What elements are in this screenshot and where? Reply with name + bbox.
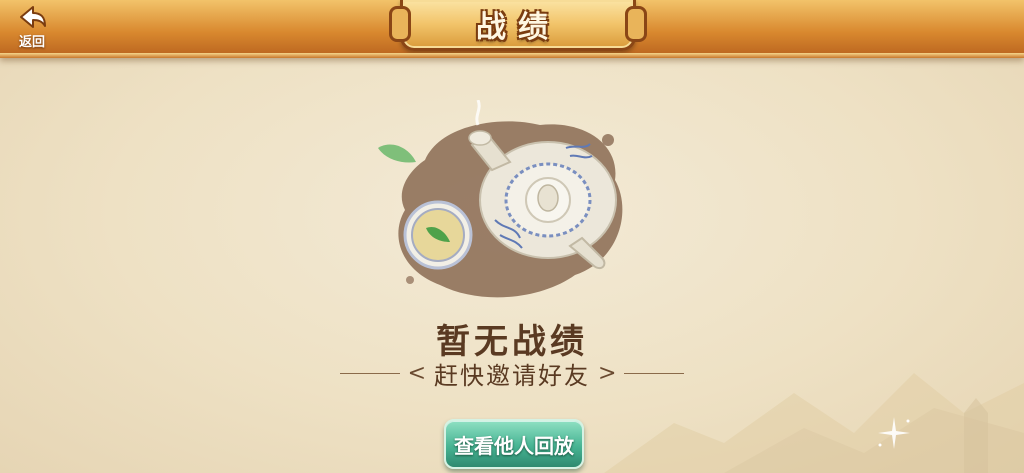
bracket-right: > <box>598 360 617 386</box>
page-title: 战绩 <box>476 10 560 45</box>
view-others-replay-button[interactable]: 查看他人回放 <box>444 419 584 469</box>
bracket-left: < <box>407 360 426 386</box>
leaf-icon <box>378 144 416 163</box>
replay-button-label: 查看他人回放 <box>454 433 574 458</box>
teapot-teacup-illustration <box>378 100 623 298</box>
title-plaque: 战绩 <box>389 0 647 51</box>
back-button[interactable]: 返回 <box>8 4 56 52</box>
divider-right <box>624 372 685 374</box>
sparkle-icon <box>878 417 910 449</box>
back-label: 返回 <box>18 35 45 50</box>
divider-left <box>339 372 400 374</box>
top-header-bar: 返回 战绩 <box>0 0 1024 58</box>
invite-friends-text: 赶快邀请好友 <box>434 361 590 390</box>
back-arrow-icon <box>20 6 46 28</box>
invite-row: < 赶快邀请好友 > <box>0 356 1024 390</box>
